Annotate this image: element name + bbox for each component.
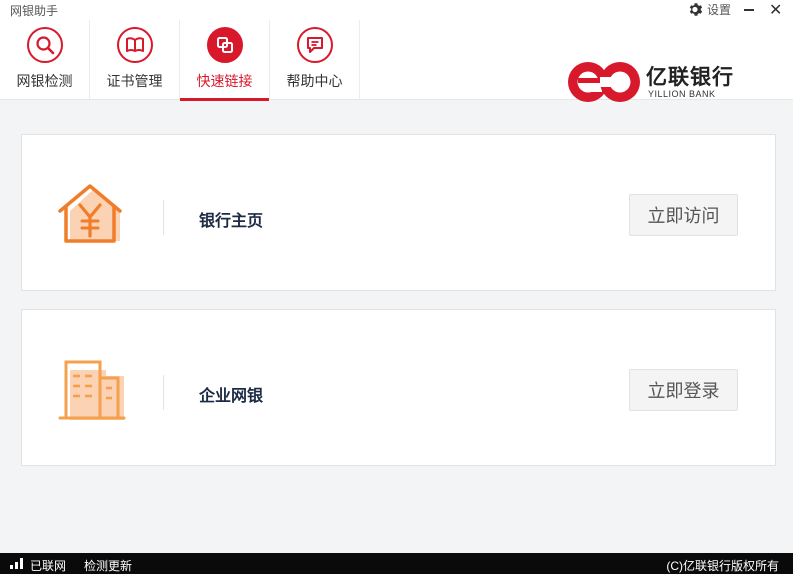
login-now-button[interactable]: 立即登录 xyxy=(629,369,738,411)
gear-icon xyxy=(689,3,703,16)
tab-network-check[interactable]: 网银检测 xyxy=(0,20,90,100)
quick-link-card-homepage: 银行主页 立即访问 xyxy=(21,134,776,291)
tab-label: 网银检测 xyxy=(16,73,73,89)
book-icon xyxy=(125,37,144,52)
top-navigation: 网银检测 证书管理 快速链接 帮助中心 亿联银行 YILLION BANK xyxy=(0,20,793,102)
chat-icon xyxy=(306,37,323,53)
tab-label: 证书管理 xyxy=(106,73,163,89)
brand-logo: 亿联银行 YILLION BANK xyxy=(566,58,736,106)
minimize-icon[interactable] xyxy=(742,0,756,18)
tab-quick-links[interactable]: 快速链接 xyxy=(180,20,270,101)
card-divider xyxy=(163,200,164,235)
tab-certificate-management[interactable]: 证书管理 xyxy=(90,20,180,100)
title-bar: 网银助手 设置 ✕ xyxy=(0,0,793,20)
brand-name: 亿联银行 xyxy=(646,66,734,89)
tab-label: 帮助中心 xyxy=(286,73,343,89)
card-title: 银行主页 xyxy=(199,213,264,230)
office-building-icon xyxy=(58,360,126,420)
settings-label: 设置 xyxy=(707,3,732,17)
signal-icon xyxy=(10,558,23,569)
copyright-text: (C)亿联银行版权所有 xyxy=(666,559,779,573)
yillion-logo-icon xyxy=(568,62,640,102)
tab-help-center[interactable]: 帮助中心 xyxy=(270,20,360,100)
close-icon[interactable]: ✕ xyxy=(769,0,782,20)
app-title: 网银助手 xyxy=(10,4,59,18)
brand-english-name: YILLION BANK xyxy=(648,89,716,99)
status-bar: 已联网 检测更新 (C)亿联银行版权所有 xyxy=(0,553,793,574)
link-icon xyxy=(216,37,233,53)
card-title: 企业网银 xyxy=(199,388,264,405)
bank-house-icon xyxy=(58,184,122,243)
search-icon xyxy=(35,36,54,55)
card-divider xyxy=(163,375,164,410)
settings-button[interactable]: 设置 xyxy=(688,1,731,18)
quick-link-card-corporate-banking: 企业网银 立即登录 xyxy=(21,309,776,466)
visit-now-button[interactable]: 立即访问 xyxy=(629,194,738,236)
network-status: 已联网 xyxy=(30,559,67,573)
check-update-link[interactable]: 检测更新 xyxy=(84,557,132,574)
tab-label: 快速链接 xyxy=(196,73,253,89)
